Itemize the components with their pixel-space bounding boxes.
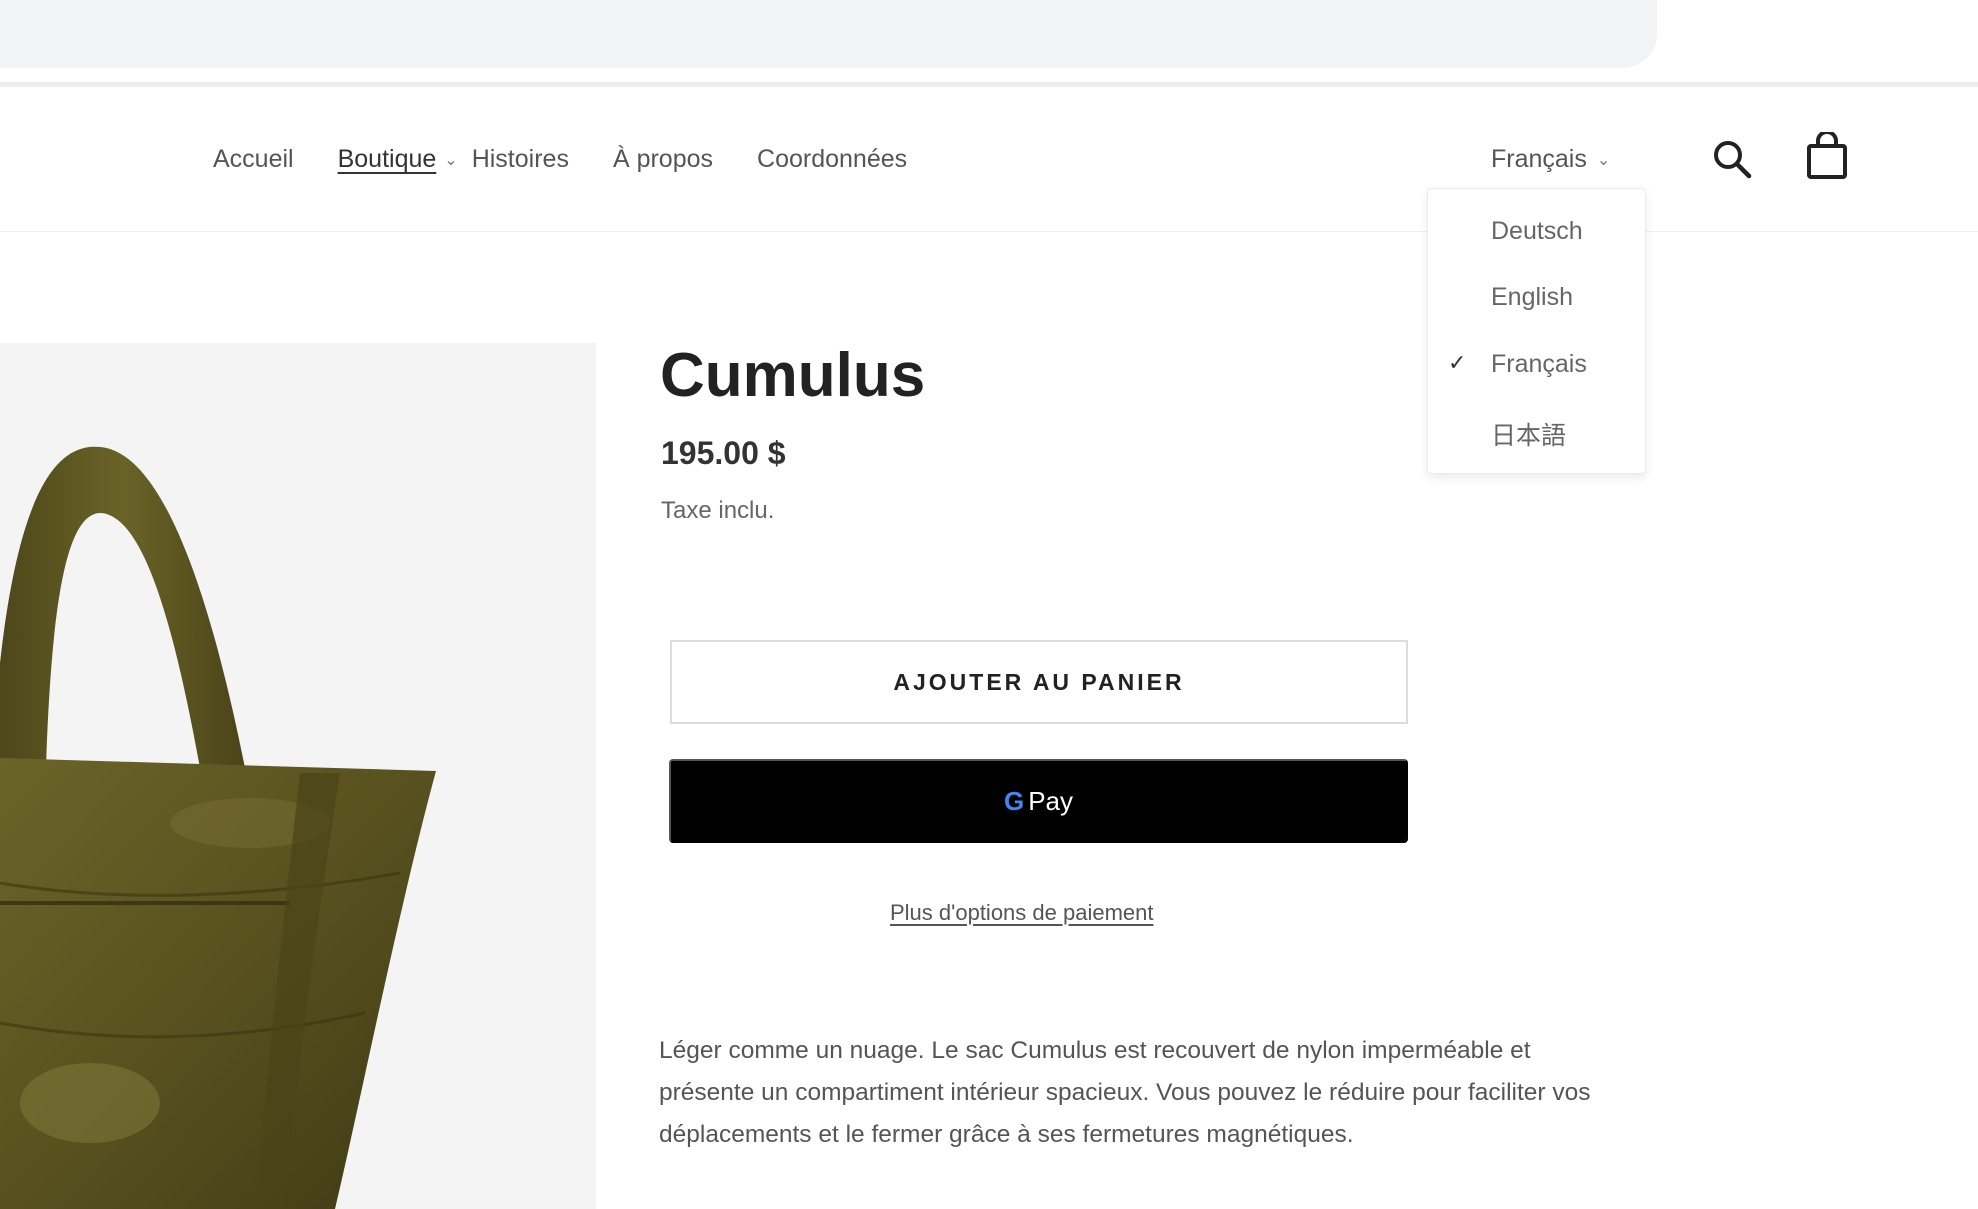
search-button[interactable] bbox=[1711, 138, 1753, 180]
product-image[interactable] bbox=[0, 343, 596, 1209]
nav-item-boutique[interactable]: Boutique ⌄ bbox=[338, 145, 458, 174]
language-dropdown: Deutsch English ✓ Français 日本語 bbox=[1427, 188, 1646, 474]
google-g-icon: G bbox=[1003, 785, 1025, 816]
tax-note: Taxe inclu. bbox=[661, 497, 775, 524]
language-option-label: 日本語 bbox=[1491, 422, 1567, 450]
more-payment-options-link[interactable]: Plus d'options de paiement bbox=[890, 900, 1153, 926]
site-header: Accueil Boutique ⌄ Histoires À propos Co… bbox=[0, 87, 1978, 232]
shopping-bag-icon bbox=[1807, 130, 1847, 179]
nav-item-coordonnees[interactable]: Coordonnées bbox=[757, 145, 907, 174]
google-pay-label: Pay bbox=[1028, 785, 1074, 816]
search-icon bbox=[1714, 141, 1752, 179]
language-option-label: English bbox=[1491, 283, 1573, 311]
chevron-down-icon: ⌄ bbox=[444, 151, 458, 169]
language-selector-label: Français bbox=[1491, 145, 1587, 173]
google-pay-button[interactable]: G Pay bbox=[669, 759, 1408, 843]
page: Accueil Boutique ⌄ Histoires À propos Co… bbox=[0, 0, 1978, 1209]
language-option-deutsch[interactable]: Deutsch bbox=[1428, 197, 1647, 263]
product-price: 195.00 $ bbox=[661, 435, 786, 471]
browser-address-bar[interactable] bbox=[0, 0, 1657, 68]
language-option-english[interactable]: English bbox=[1428, 263, 1647, 329]
language-selector[interactable]: Français ⌄ bbox=[1491, 145, 1610, 174]
language-option-francais[interactable]: ✓ Français bbox=[1428, 330, 1647, 396]
product-title: Cumulus bbox=[660, 341, 926, 410]
language-option-label: Français bbox=[1491, 350, 1587, 378]
nav-item-boutique-label: Boutique bbox=[337, 145, 437, 173]
main-nav: Accueil Boutique ⌄ Histoires À propos Co… bbox=[213, 145, 951, 174]
checkmark-icon: ✓ bbox=[1448, 350, 1467, 375]
cart-button[interactable] bbox=[1805, 130, 1849, 180]
language-option-japanese[interactable]: 日本語 bbox=[1428, 396, 1647, 462]
product-description: Léger comme un nuage. Le sac Cumulus est… bbox=[659, 1037, 1591, 1148]
nav-item-accueil[interactable]: Accueil bbox=[213, 145, 294, 174]
nav-item-histoires[interactable]: Histoires bbox=[472, 145, 569, 174]
add-to-cart-button[interactable]: AJOUTER AU PANIER bbox=[670, 640, 1408, 724]
nav-item-a-propos[interactable]: À propos bbox=[613, 145, 713, 174]
tote-bag-image bbox=[0, 446, 436, 1209]
language-option-label: Deutsch bbox=[1491, 217, 1583, 245]
chevron-down-icon: ⌄ bbox=[1596, 151, 1611, 169]
